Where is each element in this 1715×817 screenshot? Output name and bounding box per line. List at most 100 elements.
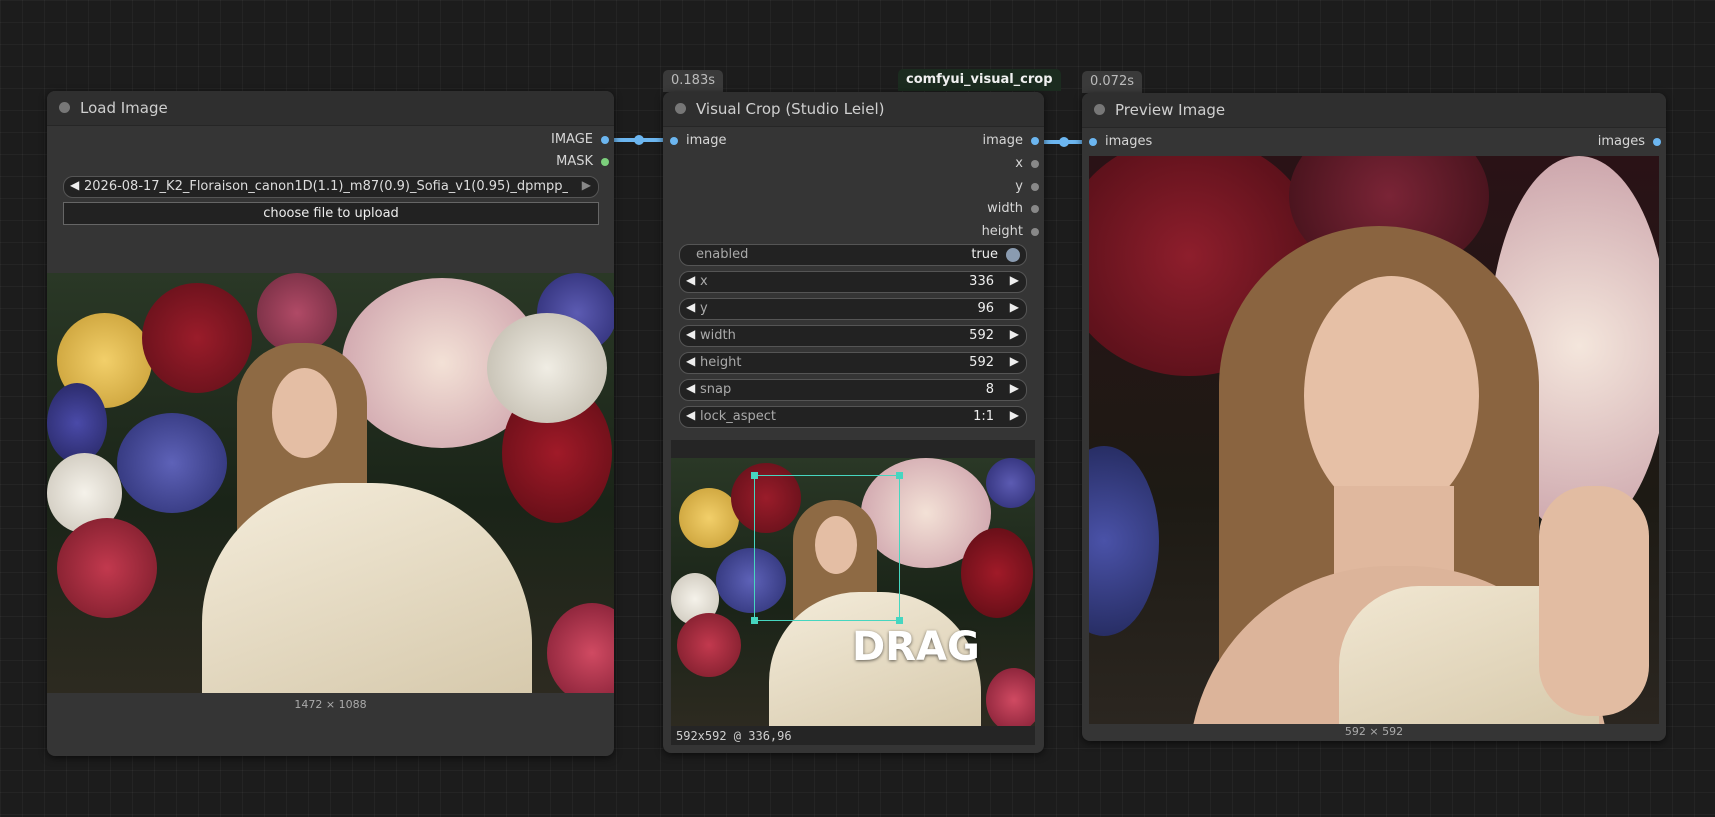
widget-label: width — [700, 328, 736, 343]
node-title: Visual Crop (Studio Leiel) — [696, 100, 885, 118]
flower — [57, 518, 157, 618]
decrement-icon[interactable]: ◀ — [686, 273, 695, 287]
output-image-slot[interactable] — [601, 136, 609, 144]
flower — [117, 413, 227, 513]
widget-label: y — [700, 301, 708, 316]
flower — [961, 528, 1033, 618]
flower — [547, 603, 614, 693]
widget-value: true — [971, 247, 998, 262]
decrement-icon[interactable]: ◀ — [686, 327, 695, 341]
widget-label: lock_aspect — [700, 409, 776, 424]
output-x-label: x — [1015, 156, 1023, 171]
flower — [487, 313, 607, 423]
woman-face — [272, 368, 337, 458]
wire-knob[interactable] — [634, 135, 644, 145]
y-number-widget[interactable]: ◀ y 96 ▶ — [679, 298, 1027, 320]
input-image-label: image — [686, 133, 727, 148]
widget-label: height — [700, 355, 742, 370]
crop-handle-icon[interactable] — [751, 472, 758, 479]
snap-number-widget[interactable]: ◀ snap 8 ▶ — [679, 379, 1027, 401]
flower — [986, 458, 1035, 508]
load-image-node[interactable]: Load Image IMAGE MASK ◀ 2026-08-17_K2_Fl… — [47, 91, 614, 756]
increment-icon[interactable]: ▶ — [1010, 327, 1019, 341]
node-header[interactable]: Visual Crop (Studio Leiel) — [663, 92, 1044, 127]
output-height-label: height — [981, 224, 1023, 239]
flower — [47, 383, 107, 463]
input-image-slot[interactable] — [670, 137, 678, 145]
crop-status: 592x592 @ 336,96 — [676, 729, 792, 743]
node-title: Preview Image — [1115, 101, 1226, 119]
decrement-icon[interactable]: ◀ — [686, 354, 695, 368]
package-badge: comfyui_visual_crop — [898, 69, 1061, 91]
output-height-slot[interactable] — [1031, 228, 1039, 236]
time-badge: 0.072s — [1082, 71, 1142, 93]
crop-box[interactable] — [751, 472, 903, 624]
output-width-label: width — [987, 201, 1023, 216]
woman-dress — [202, 483, 532, 693]
output-mask-slot[interactable] — [601, 158, 609, 166]
flower — [142, 283, 252, 393]
output-y-slot[interactable] — [1031, 183, 1039, 191]
crop-handle-icon[interactable] — [896, 472, 903, 479]
output-images-slot[interactable] — [1653, 138, 1661, 146]
wire-knob[interactable] — [1059, 137, 1069, 147]
node-header[interactable]: Load Image — [47, 91, 614, 126]
flower — [986, 668, 1035, 726]
height-number-widget[interactable]: ◀ height 592 ▶ — [679, 352, 1027, 374]
crop-handle-icon[interactable] — [896, 617, 903, 624]
preview-output-image — [1089, 156, 1659, 724]
widget-label: x — [700, 274, 708, 289]
preview-image-node[interactable]: Preview Image images images 592 × 592 — [1082, 93, 1666, 741]
node-header[interactable]: Preview Image — [1082, 93, 1666, 128]
lock-aspect-combo[interactable]: ◀ lock_aspect 1:1 ▶ — [679, 406, 1027, 428]
image-size-caption: 1472 × 1088 — [294, 698, 367, 711]
collapse-dot-icon[interactable] — [1094, 104, 1105, 115]
widget-value: 1:1 — [973, 409, 994, 424]
collapse-dot-icon[interactable] — [675, 103, 686, 114]
file-select[interactable]: ◀ 2026-08-17_K2_Floraison_canon1D(1.1)_m… — [63, 176, 599, 198]
drag-overlay-label: DRAG — [852, 624, 980, 670]
increment-icon[interactable]: ▶ — [1010, 354, 1019, 368]
flower — [677, 613, 741, 677]
output-mask-label: MASK — [556, 154, 593, 169]
widget-value: 592 — [969, 355, 994, 370]
output-y-label: y — [1015, 179, 1023, 194]
arrow-right-icon[interactable]: ▶ — [582, 178, 591, 192]
output-image-label: image — [982, 133, 1024, 148]
increment-icon[interactable]: ▶ — [1010, 408, 1019, 422]
x-number-widget[interactable]: ◀ x 336 ▶ — [679, 271, 1027, 293]
woman-face — [1304, 276, 1479, 516]
arrow-left-icon[interactable]: ◀ — [70, 178, 79, 192]
flower — [257, 273, 337, 353]
increment-icon[interactable]: ▶ — [1010, 273, 1019, 287]
upload-button[interactable]: choose file to upload — [63, 202, 599, 225]
file-value: 2026-08-17_K2_Floraison_canon1D(1.1)_m87… — [84, 179, 568, 194]
image-size-caption: 592 × 592 — [1344, 725, 1404, 738]
decrement-icon[interactable]: ◀ — [686, 381, 695, 395]
visual-crop-node[interactable]: Visual Crop (Studio Leiel) image image x… — [663, 92, 1044, 753]
widget-label: snap — [700, 382, 732, 397]
output-width-slot[interactable] — [1031, 205, 1039, 213]
decrement-icon[interactable]: ◀ — [686, 300, 695, 314]
decrement-icon[interactable]: ◀ — [686, 408, 695, 422]
widget-value: 96 — [977, 301, 994, 316]
woman-hand — [1539, 486, 1649, 716]
node-title: Load Image — [80, 99, 168, 117]
crop-canvas[interactable]: DRAG 592x592 @ 336,96 — [671, 440, 1035, 745]
flower — [1089, 446, 1159, 636]
increment-icon[interactable]: ▶ — [1010, 300, 1019, 314]
widget-value: 8 — [985, 382, 994, 397]
widget-label: enabled — [696, 247, 749, 262]
time-badge: 0.183s — [663, 70, 723, 92]
enabled-toggle[interactable]: enabled true — [679, 244, 1027, 266]
increment-icon[interactable]: ▶ — [1010, 381, 1019, 395]
crop-handle-icon[interactable] — [751, 617, 758, 624]
toggle-knob-icon[interactable] — [1006, 248, 1020, 262]
width-number-widget[interactable]: ◀ width 592 ▶ — [679, 325, 1027, 347]
output-x-slot[interactable] — [1031, 160, 1039, 168]
input-images-label: images — [1105, 134, 1153, 149]
loaded-image — [47, 273, 614, 693]
input-images-slot[interactable] — [1089, 138, 1097, 146]
output-image-slot[interactable] — [1031, 137, 1039, 145]
collapse-dot-icon[interactable] — [59, 102, 70, 113]
